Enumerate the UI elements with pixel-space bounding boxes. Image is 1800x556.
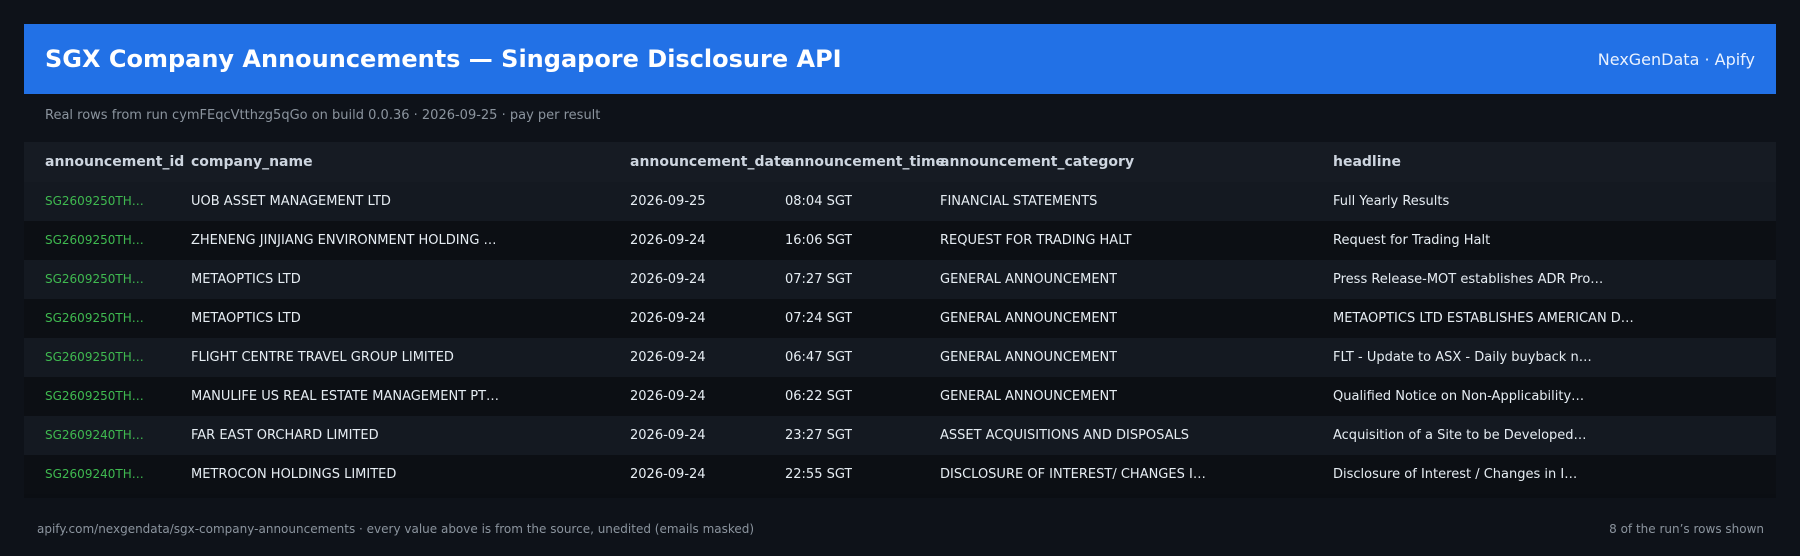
cell-announcement-category: DISCLOSURE OF INTEREST/ CHANGES I… (940, 467, 1206, 482)
run-subtitle: Real rows from run cymFEqcVtthzg5qGo on … (45, 108, 601, 123)
cell-announcement-date: 2026-09-24 (630, 272, 706, 287)
cell-announcement-category: GENERAL ANNOUNCEMENT (940, 272, 1118, 287)
cell-announcement-category: GENERAL ANNOUNCEMENT (940, 350, 1118, 365)
table-header-row: announcement_id company_name announcemen… (24, 142, 1776, 182)
cell-company-name: MANULIFE US REAL ESTATE MANAGEMENT PT… (191, 389, 500, 404)
cell-company-name: FLIGHT CENTRE TRAVEL GROUP LIMITED (191, 350, 454, 365)
cell-headline: Disclosure of Interest / Changes in I… (1333, 467, 1578, 482)
column-header-announcement-id[interactable]: announcement_id (45, 142, 184, 182)
cell-company-name: METROCON HOLDINGS LIMITED (191, 467, 397, 482)
cell-announcement-id: SG2609240TH… (45, 428, 144, 442)
column-header-company-name[interactable]: company_name (191, 142, 313, 182)
table-row[interactable]: SG2609240TH… METROCON HOLDINGS LIMITED 2… (24, 455, 1776, 494)
cell-announcement-category: ASSET ACQUISITIONS AND DISPOSALS (940, 428, 1190, 443)
table-row[interactable]: SG2609250TH… ZHENENG JINJIANG ENVIRONMEN… (24, 221, 1776, 260)
cell-announcement-time: 16:06 SGT (785, 233, 853, 248)
cell-announcement-time: 06:22 SGT (785, 389, 853, 404)
cell-headline: Full Yearly Results (1333, 194, 1450, 209)
cell-announcement-id: SG2609250TH… (45, 233, 144, 247)
cell-company-name: METAOPTICS LTD (191, 311, 301, 326)
cell-company-name: UOB ASSET MANAGEMENT LTD (191, 194, 391, 209)
table-row[interactable]: SG2609250TH… FLIGHT CENTRE TRAVEL GROUP … (24, 338, 1776, 377)
column-header-announcement-category[interactable]: announcement_category (940, 142, 1134, 182)
cell-announcement-id: SG2609250TH… (45, 272, 144, 286)
table-row[interactable]: SG2609250TH… METAOPTICS LTD 2026-09-24 0… (24, 260, 1776, 299)
cell-announcement-date: 2026-09-24 (630, 311, 706, 326)
cell-announcement-id: SG2609250TH… (45, 350, 144, 364)
table-row[interactable]: SG2609250TH… METAOPTICS LTD 2026-09-24 0… (24, 299, 1776, 338)
cell-announcement-time: 23:27 SGT (785, 428, 853, 443)
cell-announcement-time: 06:47 SGT (785, 350, 853, 365)
brand-label: NexGenData · Apify (1597, 49, 1755, 69)
cell-announcement-time: 07:27 SGT (785, 272, 853, 287)
column-header-announcement-time[interactable]: announcement_time (785, 142, 945, 182)
cell-announcement-time: 07:24 SGT (785, 311, 853, 326)
cell-announcement-id: SG2609250TH… (45, 311, 144, 325)
cell-announcement-category: REQUEST FOR TRADING HALT (940, 233, 1132, 248)
cell-announcement-id: SG2609250TH… (45, 389, 144, 403)
results-table: announcement_id company_name announcemen… (24, 142, 1776, 498)
column-header-announcement-date[interactable]: announcement_date (630, 142, 790, 182)
cell-company-name: FAR EAST ORCHARD LIMITED (191, 428, 379, 443)
cell-headline: Qualified Notice on Non-Applicability… (1333, 389, 1585, 404)
table-row[interactable]: SG2609250TH… MANULIFE US REAL ESTATE MAN… (24, 377, 1776, 416)
cell-headline: Acquisition of a Site to be Developed… (1333, 428, 1587, 443)
row-count-footer: 8 of the run’s rows shown (1609, 522, 1764, 536)
cell-announcement-category: GENERAL ANNOUNCEMENT (940, 389, 1118, 404)
cell-announcement-date: 2026-09-24 (630, 428, 706, 443)
cell-headline: Request for Trading Halt (1333, 233, 1491, 248)
cell-announcement-category: GENERAL ANNOUNCEMENT (940, 311, 1118, 326)
cell-announcement-date: 2026-09-24 (630, 350, 706, 365)
cell-announcement-id: SG2609240TH… (45, 467, 144, 481)
cell-announcement-time: 08:04 SGT (785, 194, 853, 209)
cell-company-name: METAOPTICS LTD (191, 272, 301, 287)
cell-announcement-date: 2026-09-24 (630, 233, 706, 248)
column-header-headline[interactable]: headline (1333, 142, 1401, 182)
cell-announcement-date: 2026-09-24 (630, 389, 706, 404)
page-title: SGX Company Announcements — Singapore Di… (45, 45, 842, 73)
cell-announcement-id: SG2609250TH… (45, 194, 144, 208)
cell-announcement-category: FINANCIAL STATEMENTS (940, 194, 1098, 209)
source-footer: apify.com/nexgendata/sgx-company-announc… (37, 522, 755, 536)
cell-announcement-date: 2026-09-25 (630, 194, 706, 209)
page: SGX Company Announcements — Singapore Di… (0, 0, 1800, 556)
cell-announcement-time: 22:55 SGT (785, 467, 853, 482)
cell-announcement-date: 2026-09-24 (630, 467, 706, 482)
table-row[interactable]: SG2609240TH… FAR EAST ORCHARD LIMITED 20… (24, 416, 1776, 455)
cell-company-name: ZHENENG JINJIANG ENVIRONMENT HOLDING … (191, 233, 497, 248)
cell-headline: FLT - Update to ASX - Daily buyback n… (1333, 350, 1592, 365)
header-bar: SGX Company Announcements — Singapore Di… (24, 24, 1776, 94)
cell-headline: Press Release-MOT establishes ADR Pro… (1333, 272, 1604, 287)
cell-headline: METAOPTICS LTD ESTABLISHES AMERICAN D… (1333, 311, 1634, 326)
table-row[interactable]: SG2609250TH… UOB ASSET MANAGEMENT LTD 20… (24, 182, 1776, 221)
